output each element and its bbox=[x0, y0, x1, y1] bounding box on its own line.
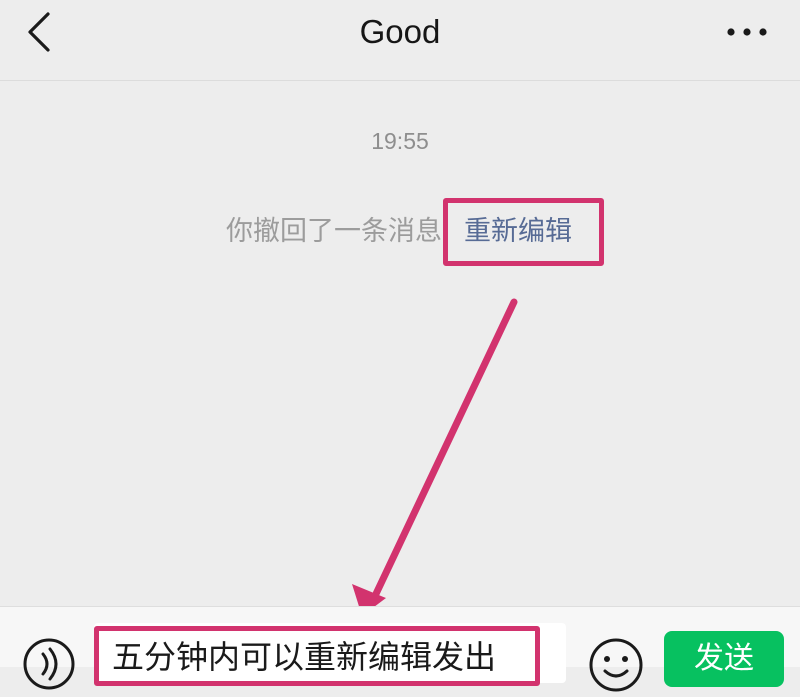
back-button[interactable] bbox=[18, 8, 62, 56]
message-timestamp: 19:55 bbox=[371, 128, 429, 154]
chevron-left-icon bbox=[28, 12, 50, 52]
message-input[interactable]: 五分钟内可以重新编辑发出 bbox=[94, 623, 566, 683]
voice-icon bbox=[23, 638, 75, 690]
annotation-arrow bbox=[352, 298, 518, 616]
recall-notice-text: 你撤回了一条消息 bbox=[226, 216, 442, 247]
recall-notice-row: 你撤回了一条消息 重新编辑 bbox=[0, 210, 800, 254]
send-button[interactable]: 发送 bbox=[664, 631, 784, 687]
more-dots-icon bbox=[727, 28, 767, 36]
reedit-link[interactable]: 重新编辑 bbox=[464, 210, 572, 254]
emoji-button[interactable] bbox=[588, 637, 644, 693]
input-bar: 五分钟内可以重新编辑发出 发送 bbox=[0, 606, 800, 692]
title-bar: Good bbox=[0, 0, 800, 81]
voice-button[interactable] bbox=[22, 637, 76, 691]
message-input-text: 五分钟内可以重新编辑发出 bbox=[112, 638, 497, 676]
more-button[interactable] bbox=[724, 14, 770, 50]
emoji-icon bbox=[589, 638, 643, 692]
chat-title: Good bbox=[359, 13, 441, 50]
